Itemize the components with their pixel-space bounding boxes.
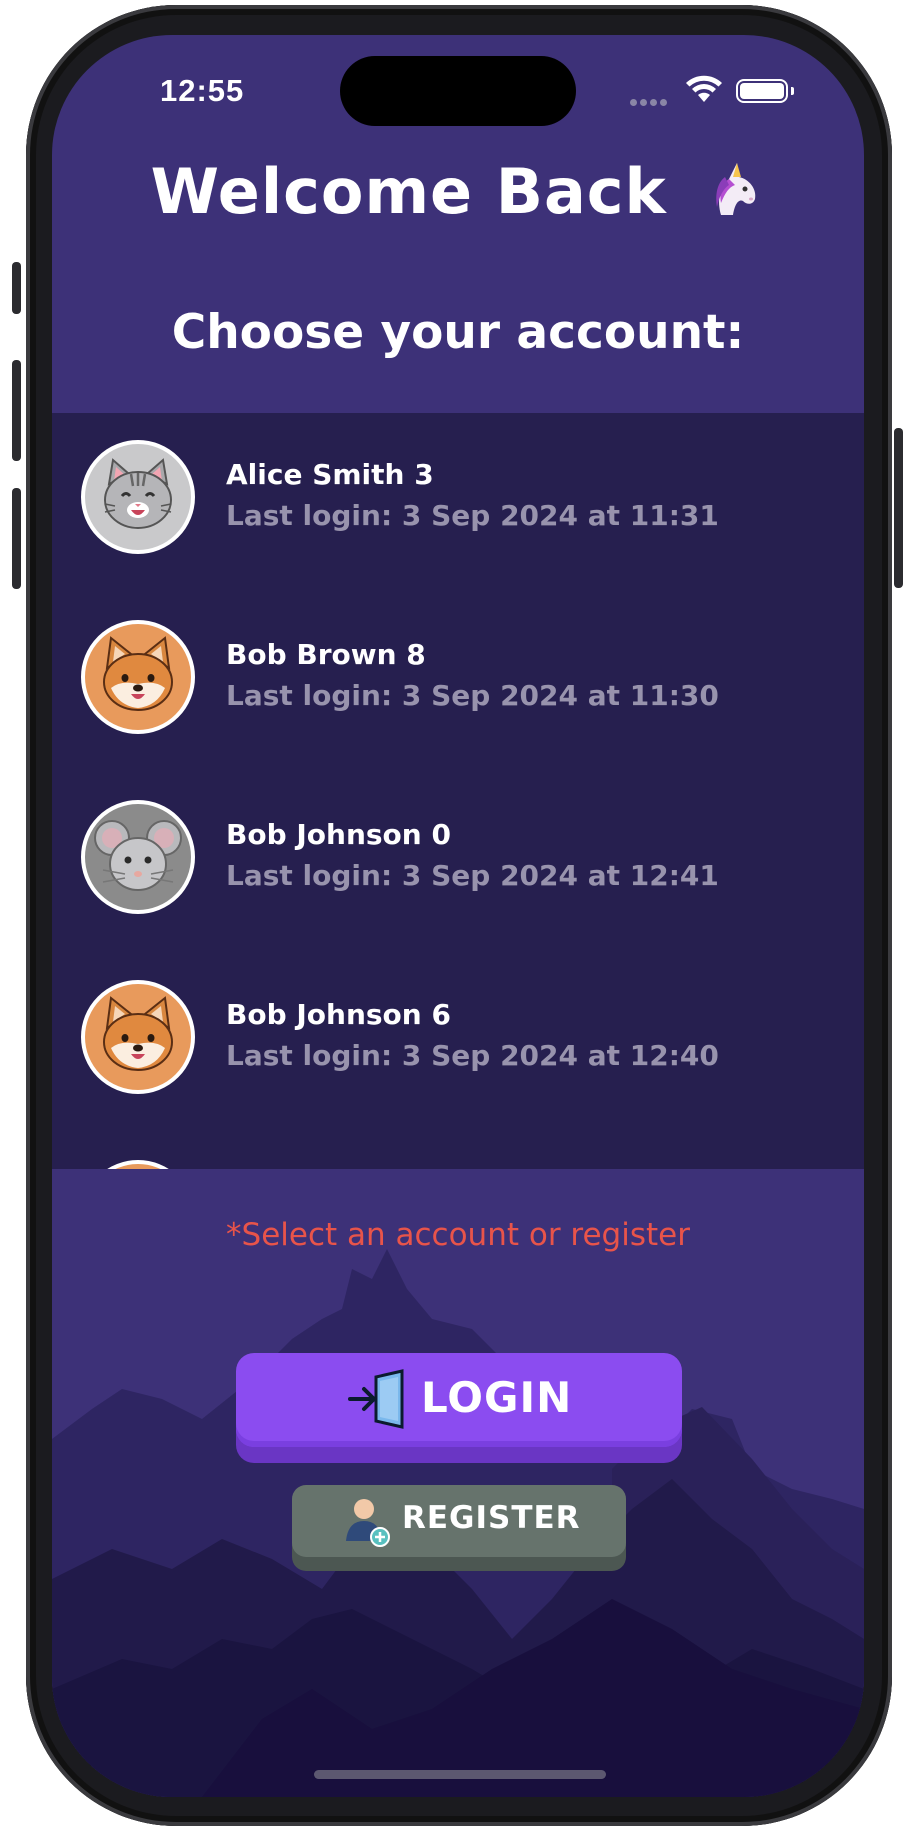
mountain-background (52, 1169, 864, 1797)
avatar (81, 1160, 195, 1169)
app-screen: 12:55 Welcome Back Choose your account: (52, 35, 864, 1797)
unicorn-emoji-icon (716, 163, 756, 215)
account-row[interactable]: Alice Smith 3 Last login: 3 Sep 2024 at … (52, 413, 864, 593)
cat-icon (104, 458, 172, 529)
volume-down-button (12, 488, 21, 589)
title-text: Welcome Back (150, 155, 667, 228)
home-indicator[interactable] (314, 1770, 606, 1779)
shiba-dog-icon (103, 636, 173, 711)
status-time: 12:55 (160, 73, 245, 108)
register-button[interactable]: REGISTER (292, 1485, 626, 1571)
account-list[interactable]: Alice Smith 3 Last login: 3 Sep 2024 at … (52, 413, 864, 1169)
bottom-panel: *Select an account or register LOGIN REG… (52, 1169, 864, 1797)
account-name: Bob Johnson 0 (226, 818, 451, 851)
signal-dots-icon (630, 91, 674, 106)
avatar (81, 440, 195, 554)
mouse-icon (94, 820, 182, 891)
account-name: Alice Smith 3 (226, 458, 434, 491)
account-last-login: Last login: 3 Sep 2024 at 12:41 (226, 859, 719, 892)
avatar (81, 800, 195, 914)
avatar (81, 980, 195, 1094)
account-name: Bob Brown 8 (226, 638, 426, 671)
dynamic-island (340, 56, 576, 126)
account-last-login: Last login: 3 Sep 2024 at 11:30 (226, 679, 719, 712)
battery-icon (736, 79, 788, 103)
battery-tip (791, 87, 794, 95)
mute-switch (12, 262, 21, 314)
login-button-label: LOGIN (421, 1373, 573, 1422)
door-enter-icon (348, 1369, 404, 1429)
volume-up-button (12, 360, 21, 461)
account-last-login: Last login: 3 Sep 2024 at 12:40 (226, 1039, 719, 1072)
status-bar: 12:55 (52, 35, 864, 145)
account-row[interactable]: Bob Brown 8 Last login: 3 Sep 2024 at 11… (52, 593, 864, 773)
wifi-icon (686, 75, 722, 102)
account-row[interactable]: Bob Johnson 0 Last login: 3 Sep 2024 at … (52, 773, 864, 953)
select-account-hint: *Select an account or register (226, 1217, 690, 1253)
avatar (81, 620, 195, 734)
login-button[interactable]: LOGIN (236, 1353, 682, 1463)
page-title: Welcome Back (52, 155, 864, 228)
shiba-dog-icon (103, 996, 173, 1071)
power-button (894, 428, 903, 588)
register-button-label: REGISTER (402, 1500, 581, 1536)
add-user-icon (346, 1499, 390, 1547)
account-last-login: Last login: 3 Sep 2024 at 11:31 (226, 499, 719, 532)
account-name: Bob Johnson 6 (226, 998, 451, 1031)
account-row[interactable]: Bob Johnson 6 Last login: 3 Sep 2024 at … (52, 953, 864, 1133)
account-row-partial[interactable] (52, 1133, 864, 1169)
page-subtitle: Choose your account: (171, 305, 745, 360)
